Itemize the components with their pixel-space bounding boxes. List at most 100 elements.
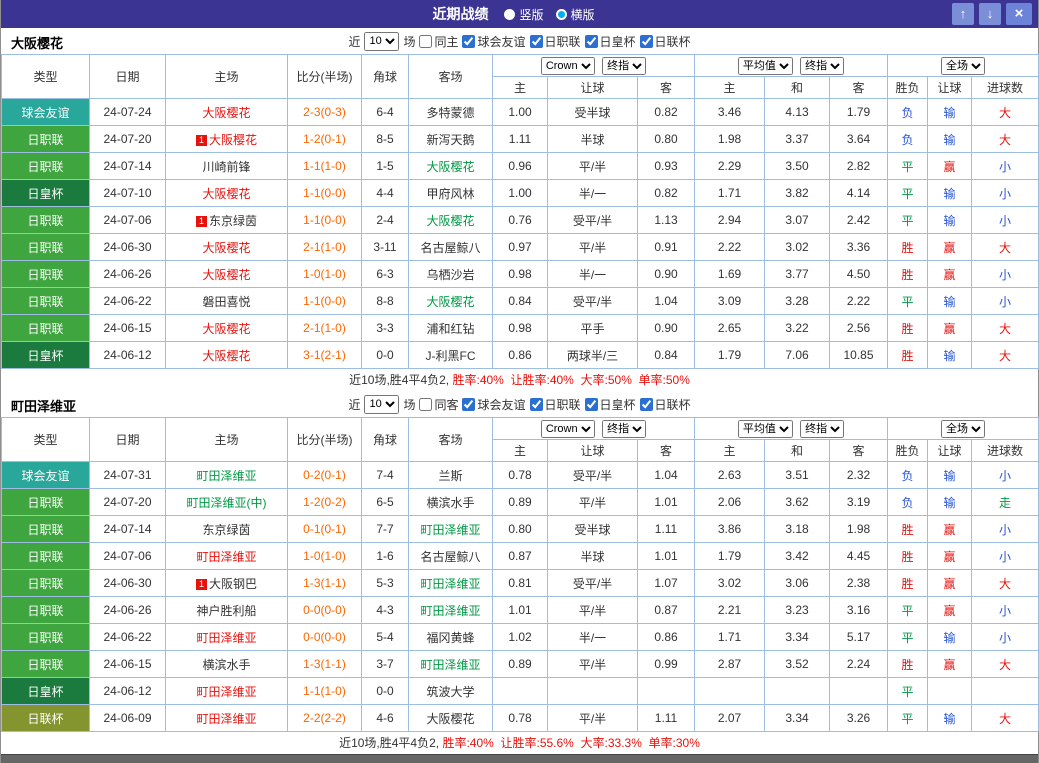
titlebar: 近期战绩 竖版 横版 ↑ ↓ × <box>1 0 1038 28</box>
match-count-select[interactable]: 10 <box>364 394 400 414</box>
league-j1-checkbox[interactable] <box>529 34 543 48</box>
league-label: 日联杯 <box>654 34 691 49</box>
avg-odds-draw-cell: 4.13 <box>764 98 830 126</box>
odds-final-select[interactable]: 终指 <box>602 419 647 438</box>
goals-result-cell: 小 <box>971 206 1039 234</box>
handicap-odds-away-cell: 1.01 <box>637 542 695 570</box>
league-j1-checkbox[interactable] <box>529 397 543 411</box>
away-team-cell: 福冈黄蜂 <box>408 623 493 651</box>
league-emperor-cup-checkbox-group[interactable]: 日皇杯 <box>584 396 636 413</box>
avg-final-select[interactable]: 终指 <box>800 56 845 75</box>
handicap-result-cell: 输 <box>927 623 973 651</box>
league-emperor-cup-checkbox[interactable] <box>584 34 598 48</box>
average-odds-group-header: 平均值 终指 <box>693 54 889 77</box>
match-row: 日皇杯 24-06-12 町田泽维亚 1-1(1-0) 0-0 筑波大学 平 <box>1 677 1039 705</box>
handicap-result-cell: 赢 <box>927 233 973 261</box>
handicap-odds-home-cell: 0.96 <box>492 152 548 180</box>
league-emperor-cup-checkbox-group[interactable]: 日皇杯 <box>584 33 636 50</box>
avg-final-select[interactable]: 终指 <box>800 419 845 438</box>
home-team-name: 町田泽维亚 <box>196 549 257 564</box>
league-levain-cup-checkbox-group[interactable]: 日联杯 <box>639 33 691 50</box>
avg-odds-home-cell: 2.22 <box>694 233 765 261</box>
subheader-avg-draw: 和 <box>764 76 830 99</box>
goals-result-cell: 小 <box>971 287 1039 315</box>
titlebar-buttons: ↑ ↓ × <box>952 3 1032 25</box>
handicap-line-cell: 受平/半 <box>547 287 638 315</box>
scroll-down-button[interactable]: ↓ <box>979 3 1001 25</box>
scope-select[interactable]: 全场 <box>941 419 986 438</box>
away-team-name: 町田泽维亚 <box>420 576 481 591</box>
league-friendly-checkbox-group[interactable]: 球会友谊 <box>462 396 526 413</box>
outcome-result-cell: 负 <box>887 98 929 126</box>
away-team-name: 大阪樱花 <box>426 711 475 726</box>
odds-source-select[interactable]: Crown <box>540 419 595 438</box>
match-row: 日职联 24-07-06 1 东京绿茵 1-1(0-0) 2-4 大阪樱花 0.76 受平/半 1… <box>1 206 1039 234</box>
score-cell: 1-0(1-0) <box>287 260 362 288</box>
avg-odds-draw-cell: 3.34 <box>764 704 830 732</box>
handicap-line-cell: 平/半 <box>547 650 638 678</box>
same-venue-checkbox[interactable] <box>419 34 433 48</box>
match-type-cell: 日职联 <box>1 260 90 288</box>
handicap-odds-away-cell: 1.11 <box>637 515 695 543</box>
corners-cell: 3-11 <box>361 233 409 261</box>
league-j1-checkbox-group[interactable]: 日职联 <box>529 396 581 413</box>
outcome-result-cell: 胜 <box>887 650 929 678</box>
away-team-cell: 浦和红钻 <box>408 314 493 342</box>
away-team-name: 大阪樱花 <box>426 159 475 174</box>
league-friendly-checkbox[interactable] <box>462 34 476 48</box>
score-cell: 1-2(0-2) <box>287 488 362 516</box>
handicap-odds-home-cell: 0.86 <box>492 341 548 369</box>
same-venue-checkbox[interactable] <box>419 397 433 411</box>
avg-source-select[interactable]: 平均值 <box>737 56 793 75</box>
score-cell: 1-3(1-1) <box>287 569 362 597</box>
odds-final-select[interactable]: 终指 <box>602 56 647 75</box>
scroll-up-button[interactable]: ↑ <box>952 3 974 25</box>
home-team-cell: 川崎前锋 <box>165 152 288 180</box>
league-levain-cup-checkbox[interactable] <box>639 34 653 48</box>
outcome-result-cell: 胜 <box>887 233 929 261</box>
close-button[interactable]: × <box>1006 3 1032 25</box>
match-count-select[interactable]: 10 <box>364 31 400 51</box>
vertical-layout-radio[interactable]: 竖版 <box>504 6 544 23</box>
record-summary-prefix: 近10场,胜4平4负2, <box>349 373 450 387</box>
avg-odds-away-cell: 2.82 <box>828 152 889 180</box>
odds-source-select[interactable]: Crown <box>540 56 595 75</box>
avg-odds-away-cell: 5.17 <box>828 623 889 651</box>
match-row: 日职联 24-07-20 町田泽维亚(中) 1-2(0-2) 6-5 横滨水手 0.89 平/… <box>1 488 1039 516</box>
same-venue-checkbox-group[interactable]: 同主 <box>419 33 458 50</box>
home-team-cell: 大阪樱花 <box>165 98 288 126</box>
same-venue-checkbox-group[interactable]: 同客 <box>419 396 458 413</box>
avg-odds-home-cell: 2.29 <box>694 152 765 180</box>
horizontal-layout-radio[interactable]: 横版 <box>555 6 595 23</box>
avg-source-select[interactable]: 平均值 <box>737 419 793 438</box>
record-summary-prefix: 近10场,胜4平4负2, <box>339 736 440 750</box>
match-row: 日职联 24-07-14 东京绿茵 0-1(0-1) 7-7 町田泽维亚 0.80 受半球 1.… <box>1 515 1039 543</box>
handicap-odds-away-cell: 1.11 <box>637 704 695 732</box>
subheader-avg-home: 主 <box>694 76 765 99</box>
league-emperor-cup-checkbox[interactable] <box>584 397 598 411</box>
score-cell: 1-1(1-0) <box>287 677 362 705</box>
league-j1-checkbox-group[interactable]: 日职联 <box>529 33 581 50</box>
away-team-name: 兰斯 <box>438 468 463 483</box>
league-friendly-checkbox-group[interactable]: 球会友谊 <box>462 33 526 50</box>
handicap-result-cell: 赢 <box>927 314 973 342</box>
red-card-badge: 1 <box>195 578 207 590</box>
match-type-cell: 日职联 <box>1 287 90 315</box>
league-friendly-checkbox[interactable] <box>462 397 476 411</box>
match-row: 日职联 24-06-30 大阪樱花 2-1(1-0) 3-11 名古屋鲸八 0.97 平/半 0… <box>1 233 1039 261</box>
league-levain-cup-checkbox[interactable] <box>639 397 653 411</box>
match-row: 日职联 24-06-22 町田泽维亚 0-0(0-0) 5-4 福冈黄蜂 1.02 半/一 0.… <box>1 623 1039 651</box>
avg-odds-draw-cell: 3.82 <box>764 179 830 207</box>
league-levain-cup-checkbox-group[interactable]: 日联杯 <box>639 396 691 413</box>
avg-odds-home-cell <box>694 677 765 705</box>
goals-result-cell: 小 <box>971 152 1039 180</box>
record-summary: 近10场,胜4平4负2, 胜率:40% 让胜率:55.6% 大率:33.3% 单… <box>1 732 1038 754</box>
home-team-cell: 1 东京绿茵 <box>165 206 288 234</box>
match-type-cell: 日职联 <box>1 542 90 570</box>
scope-select[interactable]: 全场 <box>941 56 986 75</box>
home-team-cell: 大阪樱花 <box>165 341 288 369</box>
outcome-result-cell: 胜 <box>887 341 929 369</box>
avg-odds-draw-cell: 3.23 <box>764 596 830 624</box>
subheader-handicap: 让球 <box>547 439 638 462</box>
corners-cell: 1-6 <box>361 542 409 570</box>
